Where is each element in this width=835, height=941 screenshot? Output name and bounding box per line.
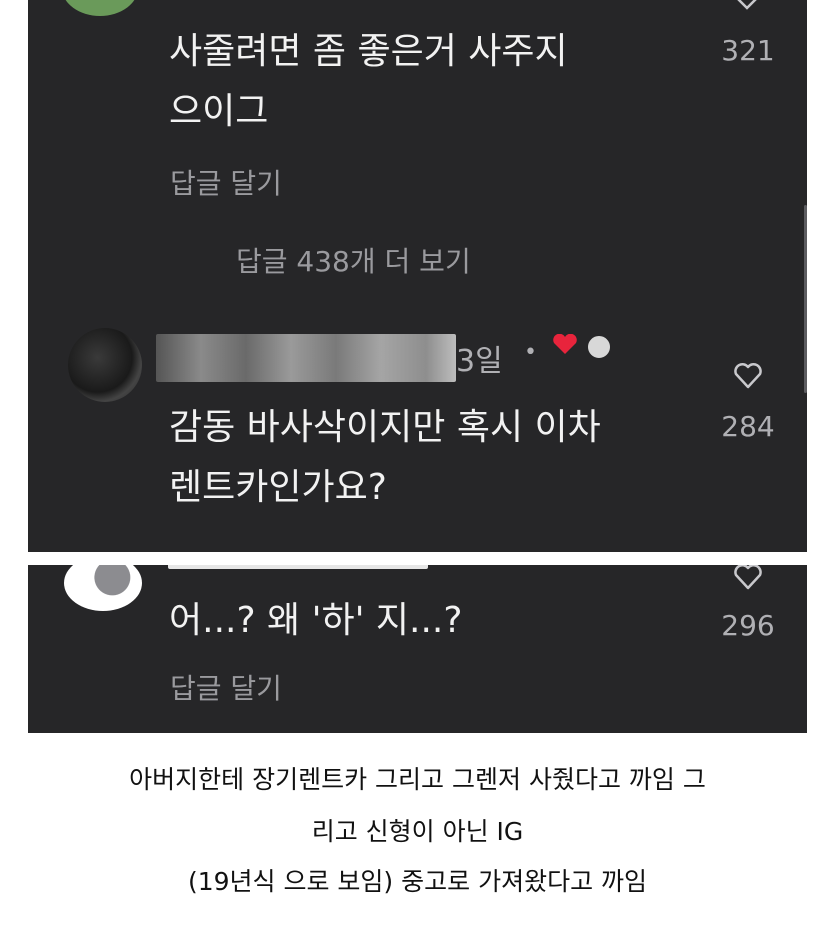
meta-separator: •	[524, 340, 537, 365]
comment-2-text-line-1: 감동 바사삭이지만 혹시 이차	[169, 407, 601, 448]
comment-2-text-line-2: 렌트카인가요?	[169, 467, 387, 508]
view-more-replies-link[interactable]: 답글 438개 더 보기	[236, 240, 471, 280]
comment-3-like-count: 296	[721, 609, 775, 642]
comment-1-reply-button[interactable]: 답글 달기	[170, 162, 282, 202]
caption-line-3: (19년식 으로 보임) 중고로 가져왔다고 까임	[187, 867, 648, 896]
comment-2-time: 3일	[456, 344, 503, 379]
comment-3-reply-button[interactable]: 답글 달기	[170, 667, 282, 707]
comments-panel-bottom: 어...? 왜 '하' 지...? 296 답글 달기	[28, 565, 807, 733]
avatar-commenter-2[interactable]	[68, 328, 142, 402]
creator-avatar-badge	[586, 334, 612, 360]
comment-1-like-count: 321	[721, 34, 775, 67]
caption-line-1: 아버지한테 장기렌트카 그리고 그렌저 사줬다고 까임 그	[129, 765, 706, 794]
comment-1-text-line-1: 사줄려면 좀 좋은거 사주지	[169, 31, 568, 72]
comments-panel-top: 사줄려면 좀 좋은거 사주지 으이그 321 답글 달기 답글 438개 더 보…	[28, 0, 807, 552]
comment-1-text-line-2: 으이그	[169, 91, 269, 132]
username-cut-off	[168, 565, 428, 569]
like-heart-icon[interactable]	[732, 565, 764, 591]
like-heart-icon[interactable]	[734, 0, 760, 10]
blurred-username	[156, 334, 456, 382]
caption-line-2: 리고 신형이 아닌 IG	[311, 817, 524, 846]
like-heart-icon[interactable]	[732, 362, 764, 390]
creator-liked-heart-icon	[553, 334, 577, 354]
avatar-commenter-1[interactable]	[62, 0, 138, 16]
comment-3-text: 어...? 왜 '하' 지...?	[169, 600, 463, 641]
scrollbar[interactable]	[804, 205, 807, 393]
comment-2-like-count: 284	[721, 410, 775, 443]
avatar-commenter-3[interactable]	[64, 565, 142, 611]
